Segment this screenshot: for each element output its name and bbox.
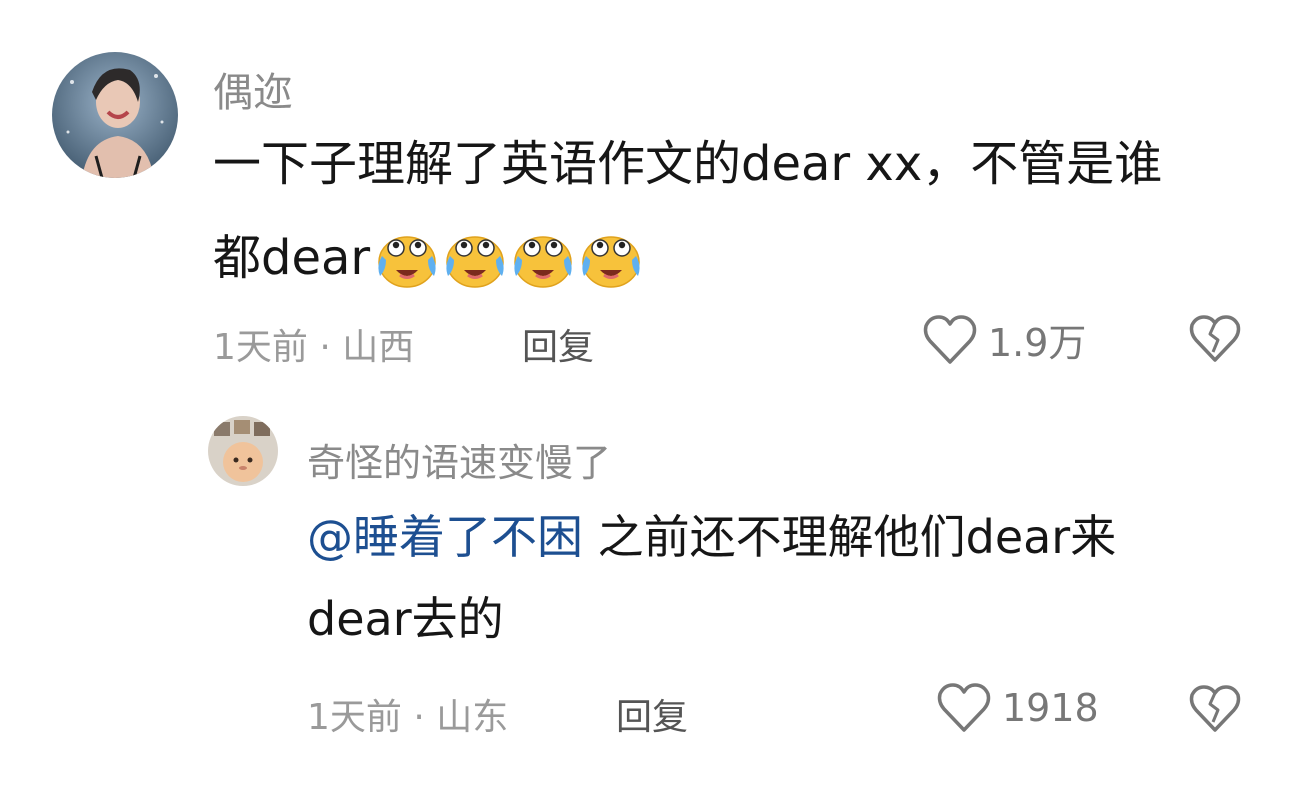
crying-laughing-emoji [442, 226, 508, 290]
comment-text-line: 一下子理解了英语作文的dear xx，不管是谁 [213, 136, 1163, 192]
avatar[interactable] [208, 416, 278, 486]
reply-button[interactable]: 回复 [616, 688, 688, 740]
avatar-image [208, 416, 278, 486]
comment: 偶迩 一下子理解了英语作文的dear xx，不管是谁 都dear 1天前 · 山… [0, 0, 1307, 390]
like-button[interactable]: 1918 [936, 682, 1099, 734]
crying-laughing-emoji [374, 226, 440, 290]
emoji-group [372, 226, 644, 290]
comment-text-line: 都dear [213, 226, 644, 290]
username[interactable]: 偶迩 [213, 60, 293, 118]
avatar[interactable] [52, 52, 178, 178]
comment-text-line: dear去的 [307, 592, 504, 646]
like-button[interactable]: 1.9万 [922, 312, 1086, 367]
comment-text-line: @睡着了不困 之前还不理解他们dear来 [307, 514, 1116, 560]
comment-meta: 1天前 · 山东 [307, 697, 509, 738]
mention-link[interactable]: @睡着了不困 [307, 510, 583, 564]
like-count: 1.9万 [988, 321, 1087, 365]
dislike-button[interactable] [1188, 314, 1242, 364]
heart-outline-icon [922, 314, 978, 366]
broken-heart-icon [1188, 684, 1242, 734]
broken-heart-icon [1188, 314, 1242, 364]
comment-text-segment: 之前还不理解他们dear来 [583, 510, 1117, 564]
comment-text-segment: 都dear [213, 230, 371, 286]
reply-button[interactable]: 回复 [522, 318, 594, 370]
username[interactable]: 奇怪的语速变慢了 [307, 432, 611, 487]
like-count: 1918 [1002, 686, 1099, 730]
reply-comment: 奇怪的语速变慢了 @睡着了不困 之前还不理解他们dear来 dear去的 1天前… [0, 390, 1307, 794]
comment-meta: 1天前 · 山西 [213, 327, 415, 368]
dislike-button[interactable] [1188, 684, 1242, 734]
crying-laughing-emoji [510, 226, 576, 290]
crying-laughing-emoji [578, 226, 644, 290]
heart-outline-icon [936, 682, 992, 734]
avatar-image [52, 52, 178, 178]
